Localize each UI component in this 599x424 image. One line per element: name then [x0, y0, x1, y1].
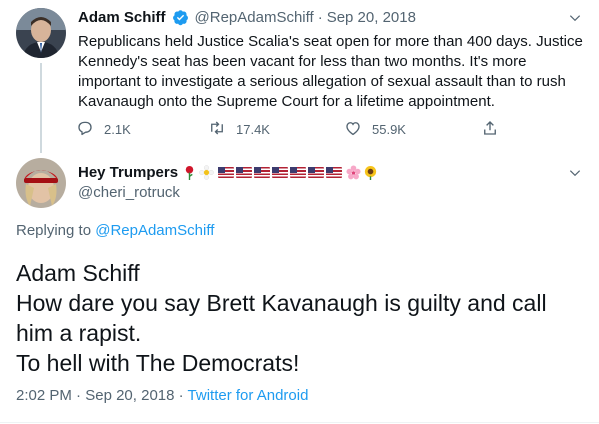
avatar-adam-schiff[interactable] [16, 8, 66, 58]
reply-line: How dare you say Brett Kavanaugh is guil… [16, 290, 547, 346]
source-link[interactable]: Twitter for Android [188, 387, 309, 404]
verified-badge-icon [172, 9, 189, 26]
author-name[interactable]: Adam Schiff [78, 9, 166, 26]
reply-time[interactable]: 2:02 PM [16, 387, 72, 404]
retweet-button[interactable]: 17.4K [208, 119, 270, 140]
replying-handle-link[interactable]: @RepAdamSchiff [95, 222, 214, 239]
header-separator: · [317, 9, 323, 26]
retweet-count: 17.4K [236, 122, 270, 137]
retweet-icon [208, 119, 226, 140]
name-emojis [182, 165, 378, 180]
daisy-icon [199, 165, 214, 180]
rose-icon [182, 165, 197, 180]
author-handle[interactable]: @RepAdamSchiff [195, 9, 314, 26]
reply-icon [76, 119, 94, 140]
reply-count: 2.1K [104, 122, 131, 137]
us-flag-icon [272, 167, 289, 178]
reply-header: Hey Trumpers [78, 164, 378, 181]
cherry-blossom-icon [346, 165, 361, 180]
sunflower-icon [363, 165, 378, 180]
tweet-text: Republicans held Justice Scalia's seat o… [78, 33, 583, 110]
reply-author-name[interactable]: Hey Trumpers [78, 164, 178, 181]
us-flag-icon [218, 167, 235, 178]
divider [0, 422, 599, 423]
us-flag-icon [326, 167, 343, 178]
reply-line: Adam Schiff [16, 260, 140, 286]
reply-line: To hell with The Democrats! [16, 350, 300, 376]
us-flag-icon [254, 167, 271, 178]
reply-date[interactable]: Sep 20, 2018 [85, 387, 174, 404]
reply-text: Adam Schiff How dare you say Brett Kavan… [16, 258, 576, 378]
replying-to: Replying to @RepAdamSchiff [16, 222, 214, 239]
reply-metadata: 2:02 PM · Sep 20, 2018 · Twitter for And… [16, 387, 308, 404]
share-icon [481, 119, 499, 140]
meta-separator: · [76, 387, 82, 404]
us-flag-icon [290, 167, 307, 178]
us-flag-icon [308, 167, 325, 178]
like-icon [344, 119, 362, 140]
meta-separator: · [178, 387, 184, 404]
reply-button[interactable]: 2.1K [76, 119, 131, 140]
share-button[interactable] [481, 119, 499, 140]
tweet-date[interactable]: Sep 20, 2018 [327, 9, 416, 26]
thread-line [40, 63, 42, 153]
like-button[interactable]: 55.9K [344, 119, 406, 140]
tweet-header: Adam Schiff @RepAdamSchiff · Sep 20, 201… [78, 9, 416, 26]
avatar-hey-trumpers[interactable] [16, 158, 66, 208]
chevron-down-icon[interactable] [568, 11, 582, 28]
reply-author-handle[interactable]: @cheri_rotruck [78, 184, 180, 201]
replying-prefix: Replying to [16, 222, 92, 239]
like-count: 55.9K [372, 122, 406, 137]
us-flag-icon [236, 167, 253, 178]
reply-chevron-down-icon[interactable] [568, 166, 582, 183]
